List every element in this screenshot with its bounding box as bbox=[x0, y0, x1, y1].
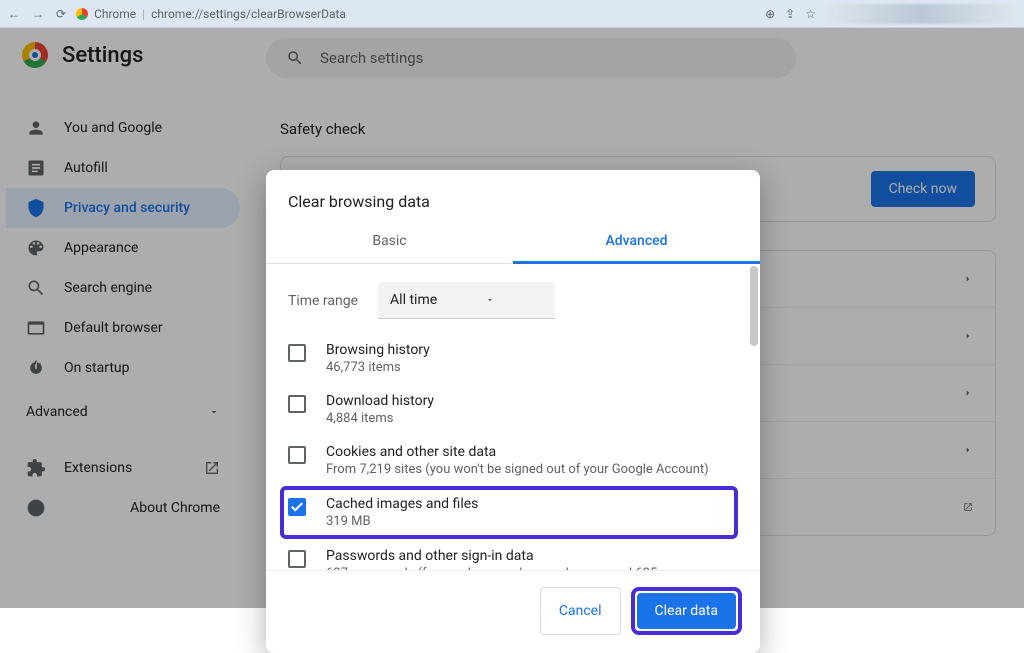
option-subtitle: 4,884 items bbox=[326, 411, 434, 426]
dialog-footer: Cancel Clear data bbox=[266, 570, 760, 653]
back-icon[interactable]: ← bbox=[8, 7, 20, 21]
cancel-button[interactable]: Cancel bbox=[540, 587, 621, 635]
profile-extensions-area[interactable] bbox=[826, 4, 1016, 24]
zoom-icon[interactable]: ⊕ bbox=[765, 7, 775, 21]
dialog-tabs: Basic Advanced bbox=[266, 221, 760, 264]
tab-basic[interactable]: Basic bbox=[266, 221, 513, 263]
bookmark-icon[interactable]: ☆ bbox=[805, 7, 816, 21]
dropdown-icon bbox=[485, 295, 495, 305]
reload-icon[interactable]: ⟳ bbox=[56, 7, 66, 21]
time-range-row: Time range All time bbox=[288, 264, 738, 333]
checkbox[interactable] bbox=[288, 395, 306, 413]
option-title: Passwords and other sign-in data bbox=[326, 548, 738, 564]
option-subtitle: 46,773 items bbox=[326, 360, 430, 375]
time-range-label: Time range bbox=[288, 293, 358, 309]
address-bar[interactable]: Chrome | chrome://settings/clearBrowserD… bbox=[76, 7, 755, 21]
highlighted-option: Cached images and files 319 MB bbox=[280, 486, 738, 539]
option-passwords[interactable]: Passwords and other sign-in data 627 pas… bbox=[288, 539, 738, 570]
clear-data-button[interactable]: Clear data bbox=[637, 593, 736, 629]
dialog-body: Time range All time Browsing history 46,… bbox=[266, 264, 760, 570]
option-browsing-history[interactable]: Browsing history 46,773 items bbox=[288, 333, 738, 384]
option-title: Cookies and other site data bbox=[326, 444, 709, 460]
scrollbar-thumb[interactable] bbox=[750, 266, 758, 346]
option-subtitle: 319 MB bbox=[326, 514, 478, 529]
browser-toolbar: ← → ⟳ Chrome | chrome://settings/clearBr… bbox=[0, 0, 1024, 28]
time-range-select[interactable]: All time bbox=[378, 282, 555, 319]
option-subtitle: 627 passwords (for agoda.com, shareasale… bbox=[326, 566, 738, 570]
checkbox-checked[interactable] bbox=[288, 498, 306, 516]
option-cached-images[interactable]: Cached images and files 319 MB bbox=[288, 494, 726, 531]
highlighted-clear-button: Clear data bbox=[631, 587, 742, 635]
checkbox[interactable] bbox=[288, 446, 306, 464]
settings-page: Settings Search settings You and Google … bbox=[0, 28, 1024, 608]
checkbox[interactable] bbox=[288, 344, 306, 362]
checkbox[interactable] bbox=[288, 550, 306, 568]
option-title: Download history bbox=[326, 393, 434, 409]
option-subtitle: From 7,219 sites (you won't be signed ou… bbox=[326, 462, 709, 477]
chrome-icon bbox=[76, 8, 88, 20]
option-download-history[interactable]: Download history 4,884 items bbox=[288, 384, 738, 435]
option-cookies[interactable]: Cookies and other site data From 7,219 s… bbox=[288, 435, 738, 486]
url-text: chrome://settings/clearBrowserData bbox=[151, 7, 346, 21]
tab-advanced[interactable]: Advanced bbox=[513, 221, 760, 264]
time-range-value: All time bbox=[390, 292, 437, 308]
dialog-title: Clear browsing data bbox=[266, 170, 760, 221]
option-title: Browsing history bbox=[326, 342, 430, 358]
chrome-label: Chrome bbox=[94, 7, 136, 21]
clear-browsing-data-dialog: Clear browsing data Basic Advanced Time … bbox=[266, 170, 760, 653]
forward-icon[interactable]: → bbox=[32, 7, 44, 21]
share-icon[interactable]: ⇪ bbox=[785, 7, 795, 21]
option-title: Cached images and files bbox=[326, 496, 478, 512]
toolbar-right: ⊕ ⇪ ☆ bbox=[765, 4, 1016, 24]
